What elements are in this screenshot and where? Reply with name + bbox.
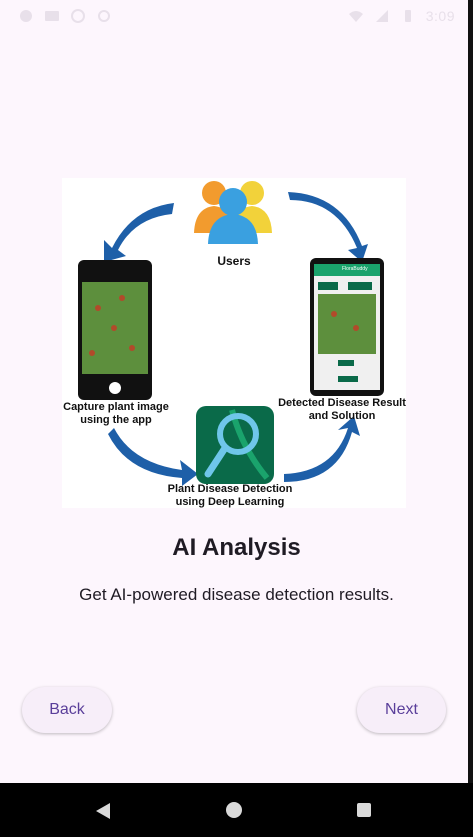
- device-edge: [468, 0, 473, 783]
- users-label: Users: [217, 254, 251, 268]
- capture-label-line1: Capture plant image: [63, 401, 169, 413]
- signal-icon: [375, 10, 388, 22]
- users-icon: [194, 181, 272, 244]
- result-phone-image: [310, 258, 384, 396]
- capture-label-line2: using the app: [80, 414, 152, 426]
- nav-home-icon[interactable]: [226, 802, 242, 818]
- page-subtitle: Get AI-powered disease detection results…: [79, 585, 394, 604]
- arrow-to-result: [284, 416, 360, 482]
- notification-icon: [20, 10, 32, 22]
- capture-phone-image: [78, 260, 152, 400]
- detection-label-line2: using Deep Learning: [176, 496, 285, 508]
- back-button[interactable]: Back: [22, 687, 112, 733]
- onboarding-illustration: Users Capture plant image using the app: [62, 178, 406, 508]
- detection-app-icon: [196, 406, 274, 484]
- circle-icon: [98, 10, 110, 22]
- process-diagram: Users Capture plant image using the app: [63, 181, 406, 508]
- arrow-to-users: [288, 192, 368, 262]
- status-bar: 3:09: [0, 0, 473, 34]
- wifi-icon: [348, 11, 363, 22]
- status-right-icons: 3:09: [348, 8, 455, 24]
- result-label-line1: Detected Disease Result: [278, 397, 406, 409]
- status-left-icons: [18, 8, 112, 24]
- arrow-to-capture: [104, 203, 174, 262]
- gallery-icon: [45, 11, 59, 21]
- page-title: AI Analysis: [172, 534, 301, 561]
- arrow-to-detection: [108, 428, 198, 486]
- nav-recents-icon[interactable]: [357, 803, 371, 817]
- data-saver-icon: [71, 9, 85, 23]
- next-button[interactable]: Next: [357, 687, 446, 733]
- result-label-line2: and Solution: [309, 410, 376, 422]
- detection-label-line1: Plant Disease Detection: [168, 483, 293, 495]
- nav-back-icon[interactable]: [96, 803, 110, 819]
- phone-app-title: FloraBuddy: [342, 266, 368, 272]
- status-time: 3:09: [425, 8, 455, 24]
- battery-icon: [404, 10, 411, 22]
